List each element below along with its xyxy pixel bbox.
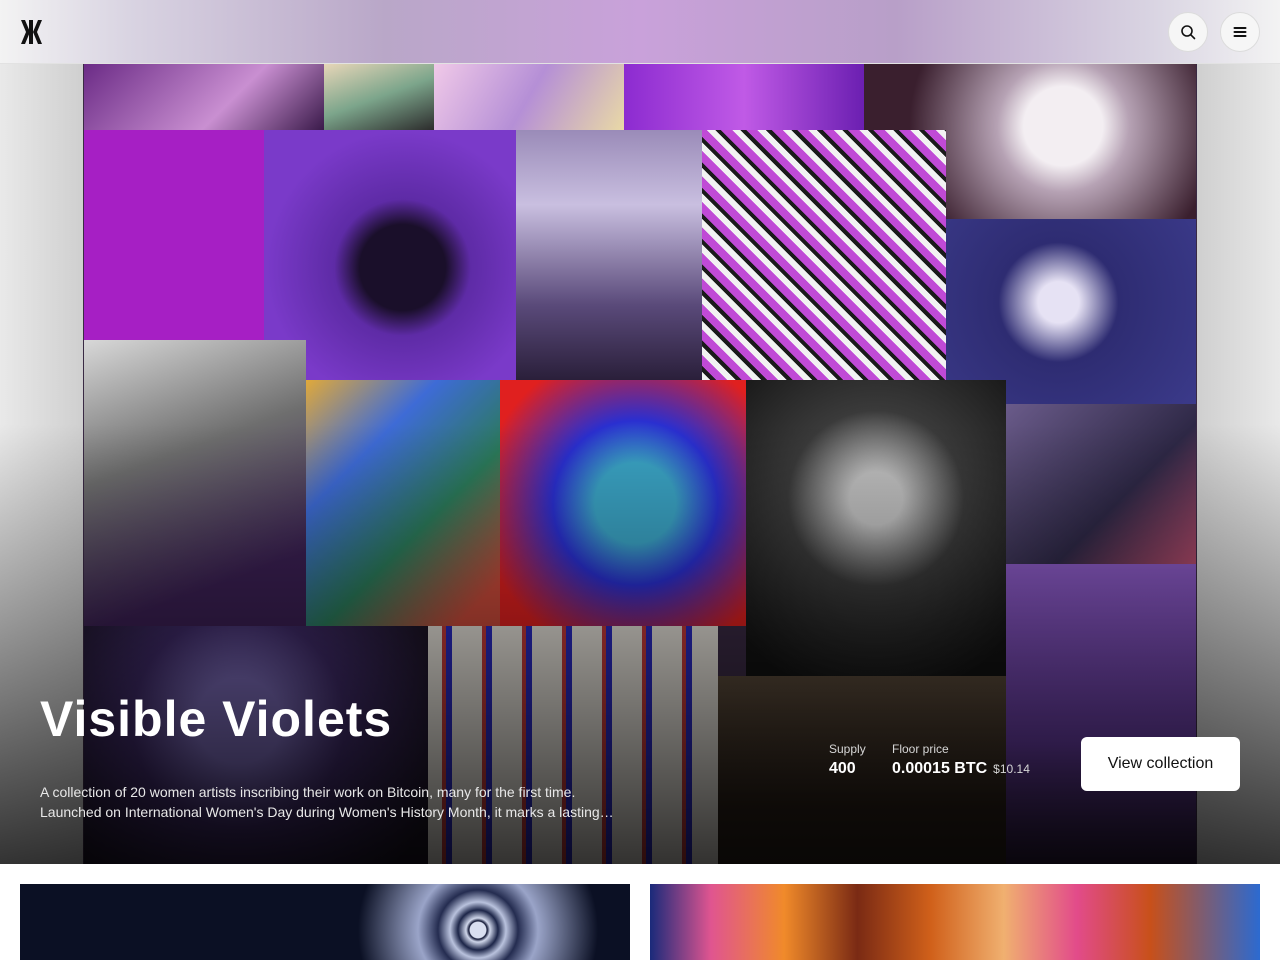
search-button[interactable] <box>1168 12 1208 52</box>
description-line: A collection of 20 women artists inscrib… <box>40 784 576 800</box>
collection-description: A collection of 20 women artists inscrib… <box>40 782 640 822</box>
floor-price-usd: $10.14 <box>993 762 1030 776</box>
floor-price-value: 0.00015 BTC <box>892 760 988 777</box>
description-line: Launched on International Women's Day du… <box>40 804 614 820</box>
collection-card[interactable] <box>650 884 1260 960</box>
top-navigation-bar <box>0 0 1280 64</box>
floor-price-stat: Floor price 0.00015 BTC $10.14 <box>892 742 1030 778</box>
floor-price-value-row: 0.00015 BTC $10.14 <box>892 760 1030 778</box>
magic-eden-logo-icon[interactable] <box>20 18 44 46</box>
supply-value: 400 <box>829 760 856 777</box>
view-collection-button[interactable]: View collection <box>1081 737 1240 791</box>
supply-label: Supply <box>829 742 866 756</box>
menu-button[interactable] <box>1220 12 1260 52</box>
hamburger-menu-icon <box>1233 27 1247 37</box>
search-icon <box>1181 25 1196 40</box>
collection-title: Visible Violets <box>40 691 393 747</box>
supply-stat: Supply 400 <box>829 742 866 778</box>
collection-card[interactable] <box>20 884 630 960</box>
floor-price-label: Floor price <box>892 742 949 756</box>
featured-collection-hero[interactable]: Visible Violets A collection of 20 women… <box>0 64 1280 864</box>
